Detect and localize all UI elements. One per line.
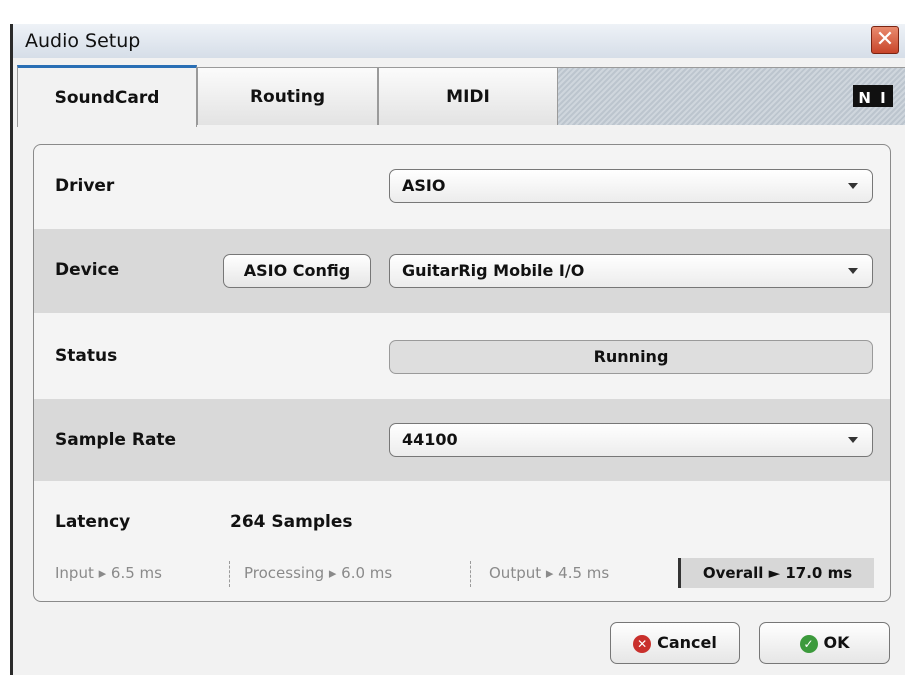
asio-config-button[interactable]: ASIO Config: [223, 254, 371, 288]
chevron-down-icon: [848, 183, 858, 189]
device-row: Device ASIO Config GuitarRig Mobile I/O: [34, 229, 890, 313]
close-icon: ✕: [875, 27, 895, 52]
device-label: Device: [55, 260, 120, 280]
tab-routing[interactable]: Routing: [197, 67, 378, 125]
divider: [470, 561, 471, 587]
latency-value: 264 Samples: [230, 512, 353, 532]
sample-rate-row: Sample Rate 44100: [34, 399, 890, 481]
tab-label: MIDI: [446, 86, 490, 107]
device-select[interactable]: GuitarRig Mobile I/O: [389, 254, 873, 288]
driver-value: ASIO: [402, 176, 446, 195]
driver-select[interactable]: ASIO: [389, 169, 873, 203]
check-icon: ✓: [799, 634, 818, 653]
latency-processing: Processing ▸ 6.0 ms: [244, 564, 393, 582]
driver-label: Driver: [55, 176, 115, 196]
sample-rate-value: 44100: [402, 430, 458, 449]
tab-label: SoundCard: [54, 87, 160, 108]
cancel-label: Cancel: [657, 633, 717, 652]
title-bar: Audio Setup ✕: [10, 24, 905, 58]
driver-row: Driver ASIO: [34, 145, 890, 229]
sample-rate-label: Sample Rate: [55, 430, 177, 450]
sample-rate-select[interactable]: 44100: [389, 423, 873, 457]
latency-input: Input ▸ 6.5 ms: [55, 564, 162, 582]
device-value: GuitarRig Mobile I/O: [402, 261, 585, 280]
latency-overall-text: Overall ► 17.0 ms: [702, 564, 853, 582]
divider: [229, 561, 230, 587]
tab-label: Routing: [249, 86, 326, 107]
status-row: Status Running: [34, 313, 890, 399]
latency-output: Output ▸ 4.5 ms: [489, 564, 610, 582]
ok-label: OK: [823, 633, 850, 652]
asio-config-label: ASIO Config: [243, 261, 351, 280]
tab-bar: SoundCard Routing MIDI N I: [13, 63, 905, 127]
native-instruments-logo: N I: [853, 85, 893, 107]
cancel-icon: ✕: [633, 634, 652, 653]
tab-soundcard[interactable]: SoundCard: [17, 65, 197, 127]
logo-text: N I: [858, 89, 888, 107]
soundcard-panel: Driver ASIO Device ASIO Config GuitarRig…: [33, 144, 891, 602]
tab-midi[interactable]: MIDI: [378, 67, 558, 125]
status-label: Status: [55, 346, 118, 366]
ok-button[interactable]: ✓ OK: [759, 622, 890, 664]
chevron-down-icon: [848, 268, 858, 274]
cancel-button[interactable]: ✕ Cancel: [610, 622, 740, 664]
window-title: Audio Setup: [25, 30, 141, 52]
latency-label: Latency: [55, 512, 131, 532]
close-button[interactable]: ✕: [871, 26, 899, 54]
latency-overall: Overall ► 17.0 ms: [678, 558, 874, 588]
status-value: Running: [593, 347, 669, 366]
chevron-down-icon: [848, 437, 858, 443]
status-indicator: Running: [389, 340, 873, 374]
